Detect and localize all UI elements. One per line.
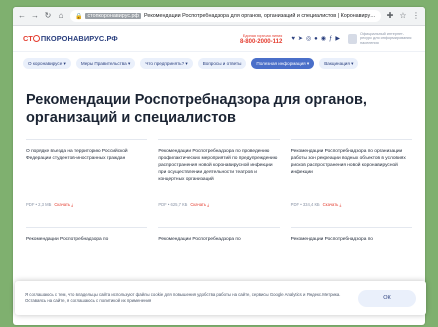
download-link[interactable]: Скачать ⤓ [190,202,209,207]
hotline: Единая горячая линия 8-800-2000-112 [240,33,282,45]
menu-item-about[interactable]: О коронавирусе ▾ [23,58,71,69]
hotline-label: Единая горячая линия [242,33,283,38]
menu-dots-icon[interactable]: ⋮ [412,12,420,20]
social-links: ♥ ➤ ◎ ● ◉ ƒ ▶ [291,36,340,42]
coat-of-arms-icon [348,33,357,44]
hotline-phone[interactable]: 8-800-2000-112 [240,39,282,45]
back-arrow-icon[interactable]: ← [18,12,26,20]
file-info: PDF • 334,4 КБ [290,202,320,207]
document-title[interactable]: О порядке въезда на территорию Российско… [26,148,147,198]
domain-badge: стопкоронавирус.рф [85,13,141,19]
official-note: Официальный интернет-ресурс для информир… [360,31,412,45]
document-title[interactable]: Рекомендации Роспотребнадзора по [26,236,147,286]
browser-toolbar: ← → ↻ ⌂ 🔒 стопкоронавирус.рф Рекомендаци… [13,7,425,26]
forward-arrow-icon[interactable]: → [31,12,39,20]
logo-prefix: СТ [23,34,33,43]
document-meta: PDF • 334,4 КБ Скачать ⤓ [291,202,412,207]
cookie-banner: Я соглашаюсь с тем, что владельцы сайта … [15,281,426,315]
file-info: PDF • 2,3 МБ [26,202,52,207]
site-header: СТ ПКОРОНАВИРУС.РФ Единая горячая линия … [13,26,425,52]
menu-item-vaccination[interactable]: Вакцинация ▾ [319,58,359,69]
page-title: Рекомендации Роспотребнадзора для органо… [26,92,367,126]
download-link[interactable]: Скачать ⤓ [323,202,342,207]
cookie-text: Я соглашаюсь с тем, что владельцы сайта … [25,292,341,303]
menu-item-useful-info[interactable]: Полезная информация ▾ [251,58,315,69]
document-title[interactable]: Рекомендации Роспотребнадзора по организ… [291,148,412,198]
home-icon[interactable]: ⌂ [57,12,65,20]
cookie-ok-button[interactable]: ОК [358,289,416,307]
download-link[interactable]: Скачать ⤓ [54,202,73,207]
viber-icon[interactable]: ◎ [306,36,311,42]
lock-icon: 🔒 [75,13,83,20]
bookmark-icon[interactable]: ☆ [399,12,407,20]
extension-icon[interactable]: ✚ [386,12,394,20]
odnoklassniki-icon[interactable]: ● [314,36,318,42]
logo-main: ПКОРОНАВИРУС.РФ [40,34,118,43]
file-info: PDF • 625,7 КБ [158,202,188,207]
document-card: Рекомендации Роспотребнадзора по проведе… [158,139,280,207]
document-meta: PDF • 625,7 КБ Скачать ⤓ [158,202,279,207]
documents-grid: О порядке въезда на территорию Российско… [13,139,425,295]
menu-item-what-to-do[interactable]: Что предпринять? ▾ [140,58,193,69]
site-logo[interactable]: СТ ПКОРОНАВИРУС.РФ [23,34,118,43]
instagram-icon[interactable]: ◉ [321,36,326,42]
vk-icon[interactable]: ♥ [291,36,295,42]
address-bar[interactable]: 🔒 стопкоронавирус.рф Рекомендации Роспот… [70,10,381,22]
document-title[interactable]: Рекомендации Роспотребнадзора по проведе… [158,148,279,198]
facebook-icon[interactable]: ƒ [329,36,332,42]
menu-item-government-measures[interactable]: Меры Правительства ▾ [75,58,136,69]
document-title[interactable]: Рекомендации Роспотребнадзора по [291,236,412,286]
telegram-icon[interactable]: ➤ [298,36,303,42]
menu-item-faq[interactable]: Вопросы и ответы [197,58,247,69]
document-title[interactable]: Рекомендации Роспотребнадзора по [158,236,279,286]
virus-icon [33,35,41,42]
browser-window: ← → ↻ ⌂ 🔒 стопкоронавирус.рф Рекомендаци… [13,7,425,325]
reload-icon[interactable]: ↻ [44,12,52,20]
document-card: Рекомендации Роспотребнадзора по организ… [290,139,412,207]
youtube-icon[interactable]: ▶ [335,36,340,42]
tab-title: Рекомендации Роспотребнадзора для органо… [143,13,376,19]
main-menu: О коронавирусе ▾ Меры Правительства ▾ Чт… [13,52,425,75]
document-meta: PDF • 2,3 МБ Скачать ⤓ [26,202,147,207]
document-card: О порядке въезда на территорию Российско… [26,139,148,207]
